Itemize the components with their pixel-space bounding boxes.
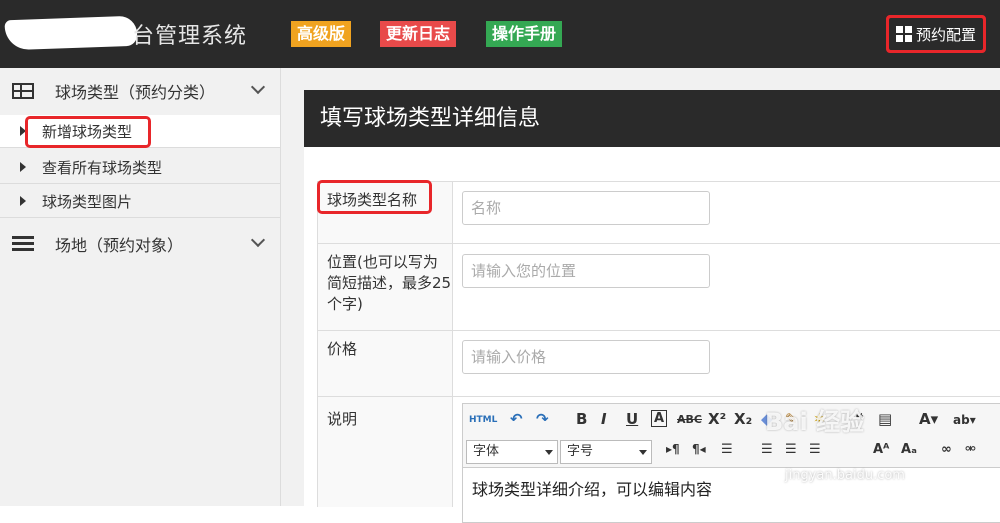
unlink-icon[interactable]: ⚮ xyxy=(965,442,976,457)
sidebar-item-court-type-images[interactable]: 球场类型图片 xyxy=(0,185,280,218)
form-row-price: 价格 xyxy=(317,331,1000,397)
font-decrease-icon[interactable]: Aₐ xyxy=(901,442,917,457)
align-center-icon[interactable]: ☰ xyxy=(785,442,797,457)
ltr-icon[interactable]: ▸¶ xyxy=(666,442,680,456)
border-text-icon[interactable]: A xyxy=(651,410,668,427)
rtl-icon[interactable]: ¶◂ xyxy=(692,442,706,456)
superscript-icon[interactable]: X² xyxy=(708,410,726,428)
field-label: 说明 xyxy=(317,397,453,507)
indent-icon[interactable]: ☰ xyxy=(721,442,733,457)
editor-content[interactable]: 球场类型详细介绍，可以编辑内容 xyxy=(472,476,712,500)
name-input[interactable] xyxy=(462,191,710,225)
sidebar-item-label: 查看所有球场类型 xyxy=(42,158,163,177)
changelog-button[interactable]: 更新日志 xyxy=(380,21,457,47)
align-left-icon[interactable]: ☰ xyxy=(761,442,773,457)
sidebar: 球场类型（预约分类） 新增球场类型 查看所有球场类型 球场类型图片 场地（预约对… xyxy=(0,68,281,506)
highlight-box xyxy=(317,180,432,214)
font-size-select[interactable]: 字号 xyxy=(560,440,652,464)
link-icon[interactable]: ∞ xyxy=(941,442,952,457)
font-color-icon[interactable]: A▾ xyxy=(919,410,938,428)
html-source-icon[interactable]: HTML xyxy=(469,415,497,425)
main-content: 填写球场类型详细信息 球场类型名称 位置(也可以写为简短描述，最多25个字) 价… xyxy=(281,68,1000,523)
rich-text-editor[interactable]: HTML ↶ ↷ B I U A ABC X² X₂ ◆ ✎ ✶ ❝ ▤ A▾ … xyxy=(462,403,1000,523)
location-input[interactable] xyxy=(462,254,710,288)
font-family-select[interactable]: 字体 xyxy=(466,440,558,464)
highlight-color-icon[interactable]: ab▾ xyxy=(953,413,976,427)
sidebar-group-label: 场地（预约对象） xyxy=(55,236,184,255)
form-row-location: 位置(也可以写为简短描述，最多25个字) xyxy=(317,244,1000,331)
field-label: 价格 xyxy=(317,331,453,396)
undo-icon[interactable]: ↶ xyxy=(510,410,523,428)
app-title: 台管理系统 xyxy=(132,24,248,49)
list-icon xyxy=(12,236,34,252)
bold-icon[interactable]: B xyxy=(576,410,587,428)
sidebar-item-view-court-types[interactable]: 查看所有球场类型 xyxy=(0,151,280,184)
chevron-down-icon xyxy=(250,232,266,248)
highlight-box xyxy=(886,15,986,53)
align-right-icon[interactable]: ☰ xyxy=(809,442,821,457)
panel-body: 球场类型名称 位置(也可以写为简短描述，最多25个字) 价格 说明 HTML ↶… xyxy=(304,147,1000,523)
caret-right-icon xyxy=(20,196,26,206)
font-increase-icon[interactable]: Aᴬ xyxy=(873,442,889,457)
manual-button[interactable]: 操作手册 xyxy=(486,21,563,47)
sidebar-group-label: 球场类型（预约分类） xyxy=(55,83,216,102)
redo-icon[interactable]: ↷ xyxy=(536,410,549,428)
top-navbar: 台管理系统 高级版 更新日志 操作手册 预约配置 xyxy=(0,0,1000,68)
pro-version-badge[interactable]: 高级版 xyxy=(291,21,352,47)
court-type-form: 球场类型名称 位置(也可以写为简短描述，最多25个字) 价格 说明 HTML ↶… xyxy=(317,180,1000,523)
sidebar-group-venue[interactable]: 场地（预约对象） xyxy=(0,221,280,267)
highlight-box xyxy=(25,116,151,148)
field-label: 位置(也可以写为简短描述，最多25个字) xyxy=(317,244,453,330)
table-icon xyxy=(12,83,34,99)
paste-icon[interactable]: ▤ xyxy=(878,410,892,428)
subscript-icon[interactable]: X₂ xyxy=(734,410,752,428)
italic-icon[interactable]: I xyxy=(601,410,607,428)
watermark-logo: Bai 经验 xyxy=(765,408,865,436)
panel-title: 填写球场类型详细信息 xyxy=(304,90,1000,147)
form-row-description: 说明 HTML ↶ ↷ B I U A ABC X² X₂ ◆ ✎ ✶ ❝ ▤ … xyxy=(317,397,1000,523)
redacted-brand xyxy=(4,15,138,51)
sidebar-group-court-type[interactable]: 球场类型（预约分类） xyxy=(0,68,280,114)
editor-toolbar: HTML ↶ ↷ B I U A ABC X² X₂ ◆ ✎ ✶ ❝ ▤ A▾ … xyxy=(463,404,1000,468)
strikethrough-icon[interactable]: ABC xyxy=(677,413,702,426)
price-input[interactable] xyxy=(462,340,710,374)
chevron-down-icon xyxy=(250,79,266,95)
underline-icon[interactable]: U xyxy=(626,410,638,428)
caret-right-icon xyxy=(20,162,26,172)
sidebar-item-label: 球场类型图片 xyxy=(42,192,133,211)
watermark-url: jingyan.baidu.com xyxy=(785,468,905,483)
